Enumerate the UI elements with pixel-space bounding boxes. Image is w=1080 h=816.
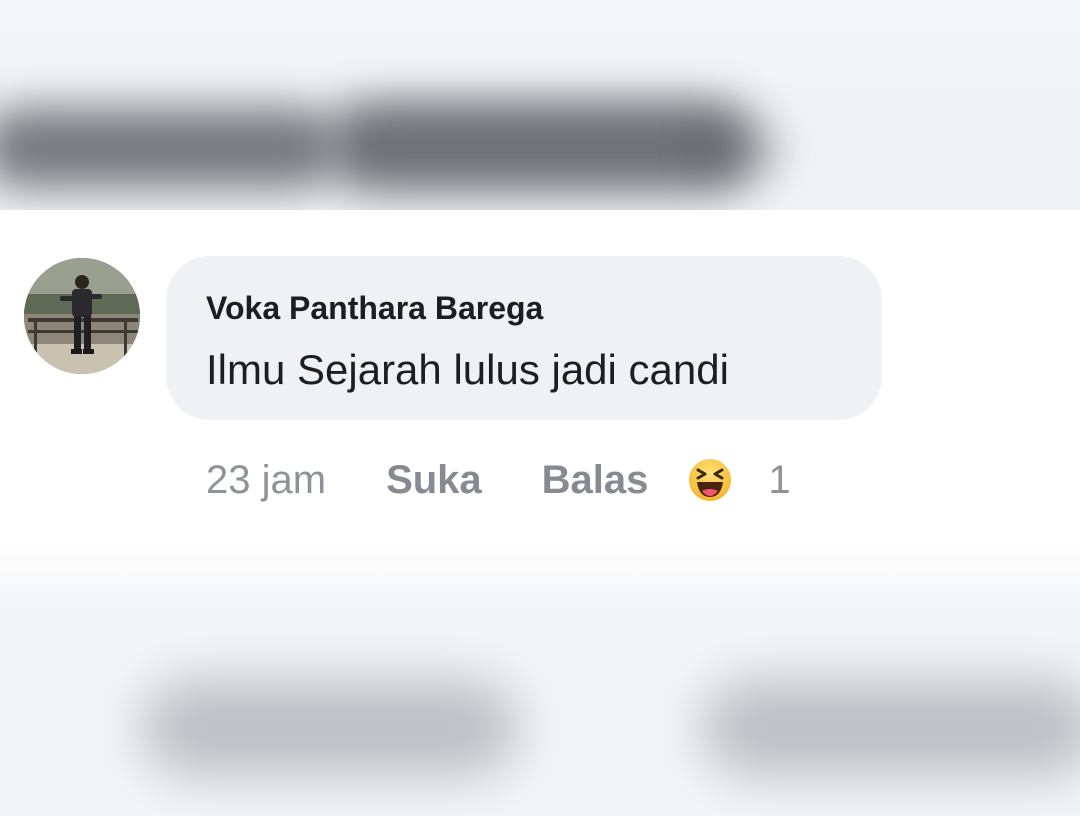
laughing-emoji-icon[interactable] [686,456,734,504]
blurred-previous-content [0,0,1080,210]
reaction-count[interactable]: 1 [768,458,790,503]
like-button[interactable]: Suka [386,458,482,503]
screenshot: Voka Panthara Barega Ilmu Sejarah lulus … [0,0,1080,816]
comment-timestamp[interactable]: 23 jam [206,458,326,503]
avatar-photo [24,258,140,374]
comment-actions: 23 jam Suka Balas 1 [206,452,791,508]
comment-author[interactable]: Voka Panthara Barega [206,290,543,327]
reply-button[interactable]: Balas [542,458,649,503]
comment-text: Ilmu Sejarah lulus jadi candi [206,346,729,393]
comment-bubble[interactable]: Voka Panthara Barega Ilmu Sejarah lulus … [166,256,882,420]
blurred-next-content [0,540,1080,816]
comment: Voka Panthara Barega Ilmu Sejarah lulus … [0,210,1080,540]
avatar[interactable] [24,258,140,374]
